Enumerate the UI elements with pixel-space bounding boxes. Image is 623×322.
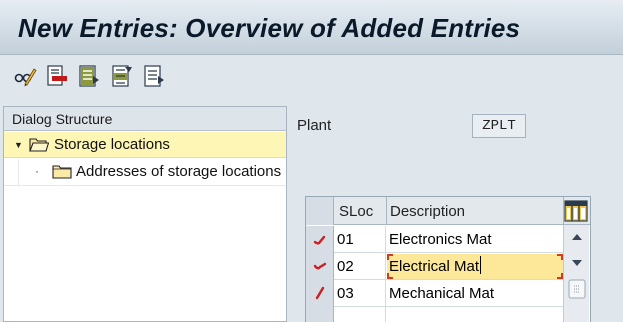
deselect-all-icon bbox=[144, 65, 164, 87]
input-value: Electrical Mat bbox=[389, 258, 480, 275]
tree-node-storage-locations[interactable]: ▼ Storage locations bbox=[4, 132, 286, 158]
column-header-description[interactable]: Description bbox=[390, 203, 465, 220]
display-change-button[interactable] bbox=[13, 64, 37, 88]
deselect-all-button[interactable] bbox=[141, 64, 165, 88]
table-row: 01 Electronics Mat bbox=[306, 226, 564, 253]
scroll-top-button[interactable] bbox=[566, 227, 588, 249]
select-block-icon bbox=[112, 65, 132, 87]
delete-button[interactable] bbox=[44, 64, 68, 88]
table-row: 02 Electrical Mat bbox=[306, 253, 564, 280]
description-input[interactable]: Mechanical Mat bbox=[387, 281, 563, 306]
table-header-row: SLoc Description bbox=[306, 197, 590, 225]
focus-corner bbox=[387, 254, 393, 260]
application-toolbar bbox=[0, 56, 623, 98]
storage-location-table: SLoc Description 01 Electronics Mat 02 E… bbox=[305, 196, 591, 322]
row-selector[interactable] bbox=[306, 307, 334, 322]
select-block-button[interactable] bbox=[109, 64, 133, 88]
delete-entry-icon bbox=[47, 65, 67, 86]
cell-sloc[interactable] bbox=[334, 307, 386, 322]
dialog-structure-panel: Dialog Structure ▼ Storage locations · A… bbox=[3, 106, 287, 322]
plant-label: Plant bbox=[297, 117, 332, 134]
cell-description-active[interactable]: Electrical Mat bbox=[387, 253, 564, 280]
focus-corner bbox=[387, 273, 393, 279]
scroll-down-icon bbox=[572, 260, 582, 266]
row-selector[interactable] bbox=[306, 253, 334, 280]
description-input[interactable]: Electronics Mat bbox=[387, 227, 563, 252]
title-bar: New Entries: Overview of Added Entries bbox=[0, 0, 623, 55]
tree-node-label: Storage locations bbox=[54, 136, 170, 153]
cell-sloc[interactable]: 03 bbox=[334, 280, 386, 307]
description-input[interactable]: Electrical Mat bbox=[387, 254, 563, 279]
row-selector[interactable] bbox=[306, 226, 334, 253]
select-all-button[interactable] bbox=[76, 64, 100, 88]
changed-row-mark-icon bbox=[313, 235, 326, 245]
page-title: New Entries: Overview of Added Entries bbox=[18, 13, 521, 43]
column-header-sloc[interactable]: SLoc bbox=[339, 203, 373, 220]
tree-leaf-bullet: · bbox=[35, 164, 39, 178]
select-all-icon bbox=[79, 65, 99, 87]
tree-node-addresses[interactable]: · Addresses of storage locations bbox=[4, 159, 286, 185]
tree-node-label: Addresses of storage locations bbox=[76, 163, 282, 180]
cell-description[interactable]: Mechanical Mat bbox=[387, 280, 564, 307]
folder-icon bbox=[52, 164, 72, 179]
edit-glasses-pencil-icon bbox=[14, 68, 37, 87]
expand-toggle-icon[interactable]: ▼ bbox=[14, 140, 23, 150]
select-all-rows-button[interactable] bbox=[306, 197, 334, 225]
table-row: 03 Mechanical Mat bbox=[306, 280, 564, 307]
scroll-thumb[interactable] bbox=[566, 278, 588, 300]
scroll-down-button[interactable] bbox=[566, 252, 588, 274]
table-row bbox=[306, 307, 564, 322]
table-settings-icon bbox=[564, 200, 588, 222]
plant-field: ZPLT bbox=[472, 114, 526, 138]
column-config-button[interactable] bbox=[564, 199, 588, 223]
cell-sloc[interactable]: 02 bbox=[334, 253, 386, 280]
changed-row-mark-icon bbox=[315, 286, 325, 300]
description-input[interactable] bbox=[387, 308, 563, 322]
open-folder-icon bbox=[29, 137, 49, 152]
row-selector[interactable] bbox=[306, 280, 334, 307]
grip-icon bbox=[568, 279, 586, 299]
cell-description[interactable]: Electronics Mat bbox=[387, 226, 564, 253]
column-separator bbox=[386, 197, 387, 225]
scroll-up-icon bbox=[572, 234, 582, 240]
changed-row-mark-icon bbox=[313, 262, 327, 270]
cell-description[interactable] bbox=[387, 307, 564, 322]
dialog-structure-title: Dialog Structure bbox=[12, 111, 113, 127]
tree-divider bbox=[4, 185, 286, 186]
dialog-structure-header: Dialog Structure bbox=[4, 107, 286, 131]
text-cursor bbox=[480, 256, 482, 274]
table-vertical-scrollbar[interactable] bbox=[563, 225, 589, 322]
cell-sloc[interactable]: 01 bbox=[334, 226, 386, 253]
